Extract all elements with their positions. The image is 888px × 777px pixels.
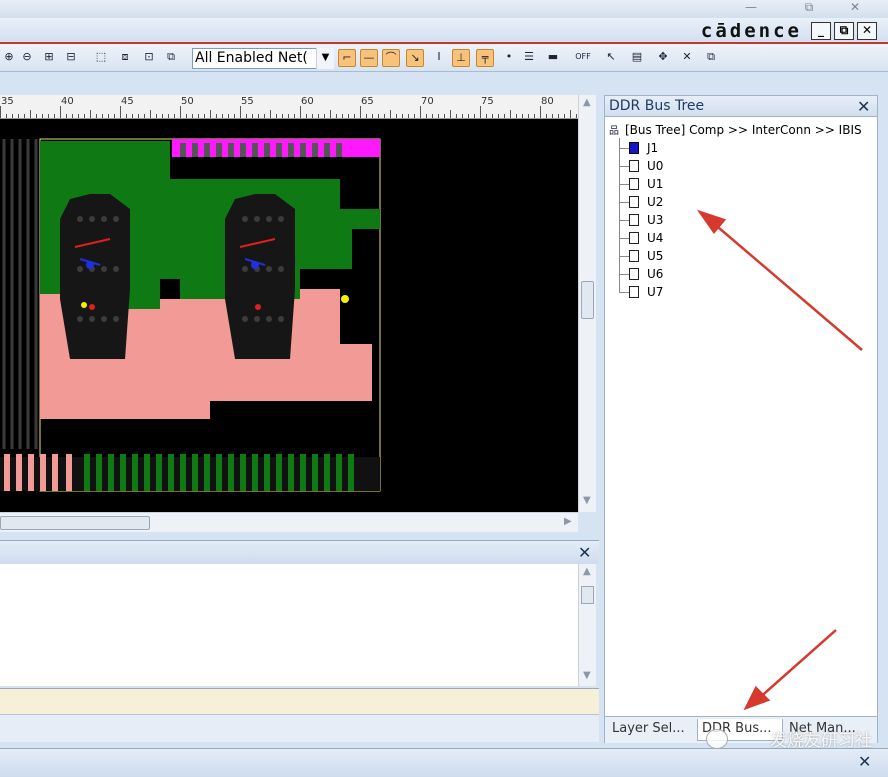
annotation-arrows [696,209,863,711]
bottom-dock-close-icon[interactable]: ✕ [858,752,871,771]
arrowhead-tab [743,685,771,711]
bottom-dock-bar: ✕ [0,748,888,777]
arrow-to-tab [756,629,837,701]
app-window: — ⧉ ✕ cādence _ ⧉ ✕ ⊕ ⊖ ⊞ ⊟ ⬚ ⧈ ⊡ ⧉ ⌐ — ⌒ ↘ I ⊥ ╤ • ☰ ▬ OF… [0,0,888,777]
arrow-to-tree [711,221,863,351]
watermark-text: 发烧友研习社 [770,731,872,751]
wechat-icon [706,729,728,749]
